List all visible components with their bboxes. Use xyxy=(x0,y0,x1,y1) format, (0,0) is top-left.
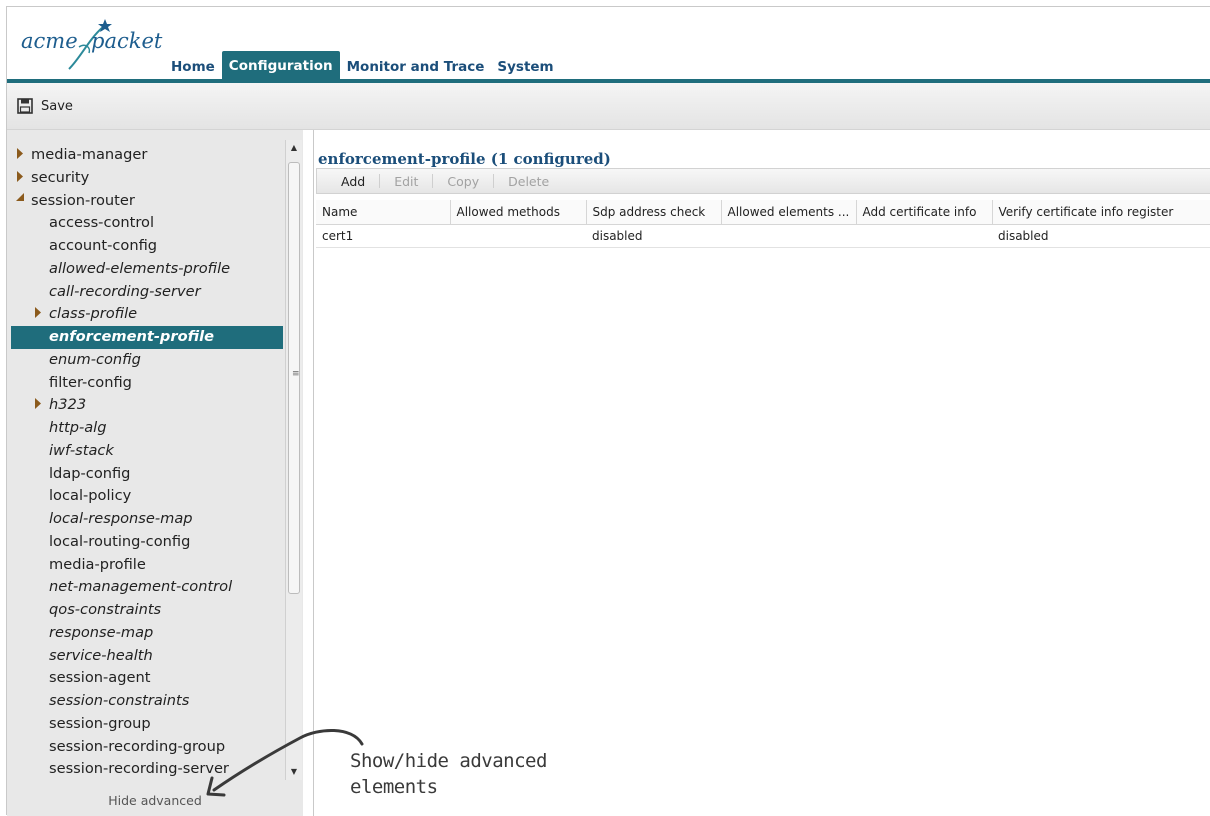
tab-monitor-and-trace[interactable]: Monitor and Trace xyxy=(341,55,491,79)
sidebar-item-label: security xyxy=(31,168,90,186)
sidebar-item-access-control[interactable]: access-control xyxy=(11,212,283,235)
acme-packet-logo[interactable]: acme packet xyxy=(19,15,179,71)
sidebar-item-enforcement-profile[interactable]: enforcement-profile xyxy=(11,326,283,349)
scrollbar-thumb[interactable]: ≡ xyxy=(288,162,300,594)
sidebar-item-account-config[interactable]: account-config xyxy=(11,235,283,258)
hide-advanced-link[interactable]: Hide advanced xyxy=(7,786,303,816)
sidebar-item-label: local-policy xyxy=(49,487,132,505)
sidebar-item-media-profile[interactable]: media-profile xyxy=(11,554,283,577)
sidebar-item-session-group[interactable]: session-group xyxy=(11,713,283,736)
sidebar-item-label: iwf-stack xyxy=(49,441,114,459)
table-cell xyxy=(856,224,992,248)
sidebar-item-label: media-manager xyxy=(31,146,148,163)
column-header-name[interactable]: Name xyxy=(316,200,451,225)
sidebar-item-label: session-recording-server xyxy=(49,760,229,778)
sidebar-item-label: h323 xyxy=(49,396,87,414)
sidebar-item-ldap-config[interactable]: ldap-config xyxy=(11,463,283,486)
tab-home[interactable]: Home xyxy=(165,55,221,79)
sidebar-item-label: class-profile xyxy=(49,305,138,323)
edit-button[interactable]: Edit xyxy=(380,174,432,189)
sidebar-item-label: service-health xyxy=(49,646,153,664)
save-label: Save xyxy=(41,98,73,114)
sidebar-item-session-router[interactable]: session-router xyxy=(11,190,283,213)
sidebar-item-label: local-response-map xyxy=(49,510,193,527)
main-panel: enforcement-profile (1 configured) Add E… xyxy=(313,130,1210,816)
sidebar-item-label: session-group xyxy=(49,714,151,732)
copy-button[interactable]: Copy xyxy=(433,174,493,189)
sidebar-item-media-manager[interactable]: media-manager xyxy=(11,144,283,167)
delete-button[interactable]: Delete xyxy=(494,174,563,189)
sidebar-item-label: allowed-elements-profile xyxy=(49,259,231,277)
column-header-allowed-methods[interactable]: Allowed methods xyxy=(450,200,587,225)
sidebar-item-enum-config[interactable]: enum-config xyxy=(11,349,283,372)
sidebar-item-call-recording-server[interactable]: call-recording-server xyxy=(11,281,283,304)
panel-title: enforcement-profile (1 configured) xyxy=(318,150,611,168)
sidebar-item-net-management-control[interactable]: net-management-control xyxy=(11,576,283,599)
sidebar-item-label: enforcement-profile xyxy=(49,328,214,345)
sidebar-item-service-health[interactable]: service-health xyxy=(11,645,283,668)
table-cell: disabled xyxy=(586,224,721,248)
tab-configuration[interactable]: Configuration xyxy=(221,51,340,79)
sidebar-item-label: response-map xyxy=(49,623,154,641)
sidebar-item-label: http-alg xyxy=(49,419,107,436)
table-cell: disabled xyxy=(992,224,1210,248)
sidebar-item-filter-config[interactable]: filter-config xyxy=(11,372,283,395)
sidebar-item-label: local-routing-config xyxy=(49,532,191,550)
sidebar-item-label: access-control xyxy=(49,214,155,232)
logo-packet-text: packet xyxy=(91,29,163,53)
sidebar-item-session-recording-group[interactable]: session-recording-group xyxy=(11,736,283,759)
sidebar-item-local-response-map[interactable]: local-response-map xyxy=(11,508,283,531)
sidebar-item-label: session-agent xyxy=(49,669,151,687)
table-row[interactable]: cert1 disabled disabled xyxy=(316,224,1210,248)
sidebar-item-allowed-elements-profile[interactable]: allowed-elements-profile xyxy=(11,258,283,281)
sidebar-item-session-recording-server[interactable]: session-recording-server xyxy=(11,758,283,781)
sidebar-item-label: account-config xyxy=(49,237,158,254)
column-header-allowed-elements[interactable]: Allowed elements ... xyxy=(721,200,857,225)
sidebar-item-label: net-management-control xyxy=(49,578,233,596)
panel-toolbar: Add Edit Copy Delete xyxy=(316,168,1210,194)
table-header-row: Name Allowed methods Sdp address check A… xyxy=(316,200,1210,225)
table-cell: cert1 xyxy=(316,224,450,248)
save-button[interactable]: Save xyxy=(17,95,73,117)
sidebar-item-class-profile[interactable]: class-profile xyxy=(11,303,283,326)
sidebar-scrollbar[interactable]: ▲ ≡ ▼ xyxy=(285,140,302,780)
header: acme packet Home Configuration Monitor a… xyxy=(7,7,1210,79)
column-header-sdp-address-check[interactable]: Sdp address check xyxy=(586,200,722,225)
table-cell xyxy=(450,224,586,248)
add-button[interactable]: Add xyxy=(327,174,379,189)
scrollbar-grip-icon: ≡ xyxy=(292,369,300,379)
sidebar-item-label: call-recording-server xyxy=(49,282,201,300)
config-tree-sidebar: media-manager security session-router acces… xyxy=(7,130,303,816)
sidebar-item-h323[interactable]: h323 xyxy=(11,394,283,417)
sidebar-item-session-constraints[interactable]: session-constraints xyxy=(11,690,283,713)
sidebar-item-local-routing-config[interactable]: local-routing-config xyxy=(11,531,283,554)
sidebar-item-label: session-constraints xyxy=(49,692,190,709)
sidebar-item-label: ldap-config xyxy=(49,464,131,482)
tab-system[interactable]: System xyxy=(491,55,559,79)
config-table: Name Allowed methods Sdp address check A… xyxy=(316,200,1210,248)
sidebar-item-label: media-profile xyxy=(49,555,146,573)
column-header-add-certificate-info[interactable]: Add certificate info xyxy=(856,200,993,225)
sidebar-item-qos-constraints[interactable]: qos-constraints xyxy=(11,599,283,622)
sidebar-item-label: enum-config xyxy=(49,350,141,368)
sidebar-item-session-agent[interactable]: session-agent xyxy=(11,667,283,690)
sidebar-item-label: session-recording-group xyxy=(49,737,226,755)
sidebar-item-response-map[interactable]: response-map xyxy=(11,622,283,645)
column-header-verify-certificate-info-register[interactable]: Verify certificate info register xyxy=(992,200,1210,225)
sidebar-item-security[interactable]: security xyxy=(11,167,283,190)
sidebar-item-iwf-stack[interactable]: iwf-stack xyxy=(11,440,283,463)
top-nav: Home Configuration Monitor and Trace Sys… xyxy=(165,51,561,79)
sidebar-item-local-policy[interactable]: local-policy xyxy=(11,485,283,508)
scroll-down-arrow-icon[interactable]: ▼ xyxy=(286,764,302,780)
table-cell xyxy=(721,224,856,248)
sidebar-item-label: qos-constraints xyxy=(49,601,162,618)
sidebar-item-http-alg[interactable]: http-alg xyxy=(11,417,283,440)
scroll-up-arrow-icon[interactable]: ▲ xyxy=(286,140,302,156)
config-tree: media-manager security session-router acces… xyxy=(11,144,283,781)
main-toolbar: Save xyxy=(7,83,1210,130)
sidebar-item-label: filter-config xyxy=(49,373,132,391)
sidebar-item-label: session-router xyxy=(31,191,135,209)
app-window: acme packet Home Configuration Monitor a… xyxy=(6,6,1210,816)
save-icon xyxy=(17,98,33,114)
